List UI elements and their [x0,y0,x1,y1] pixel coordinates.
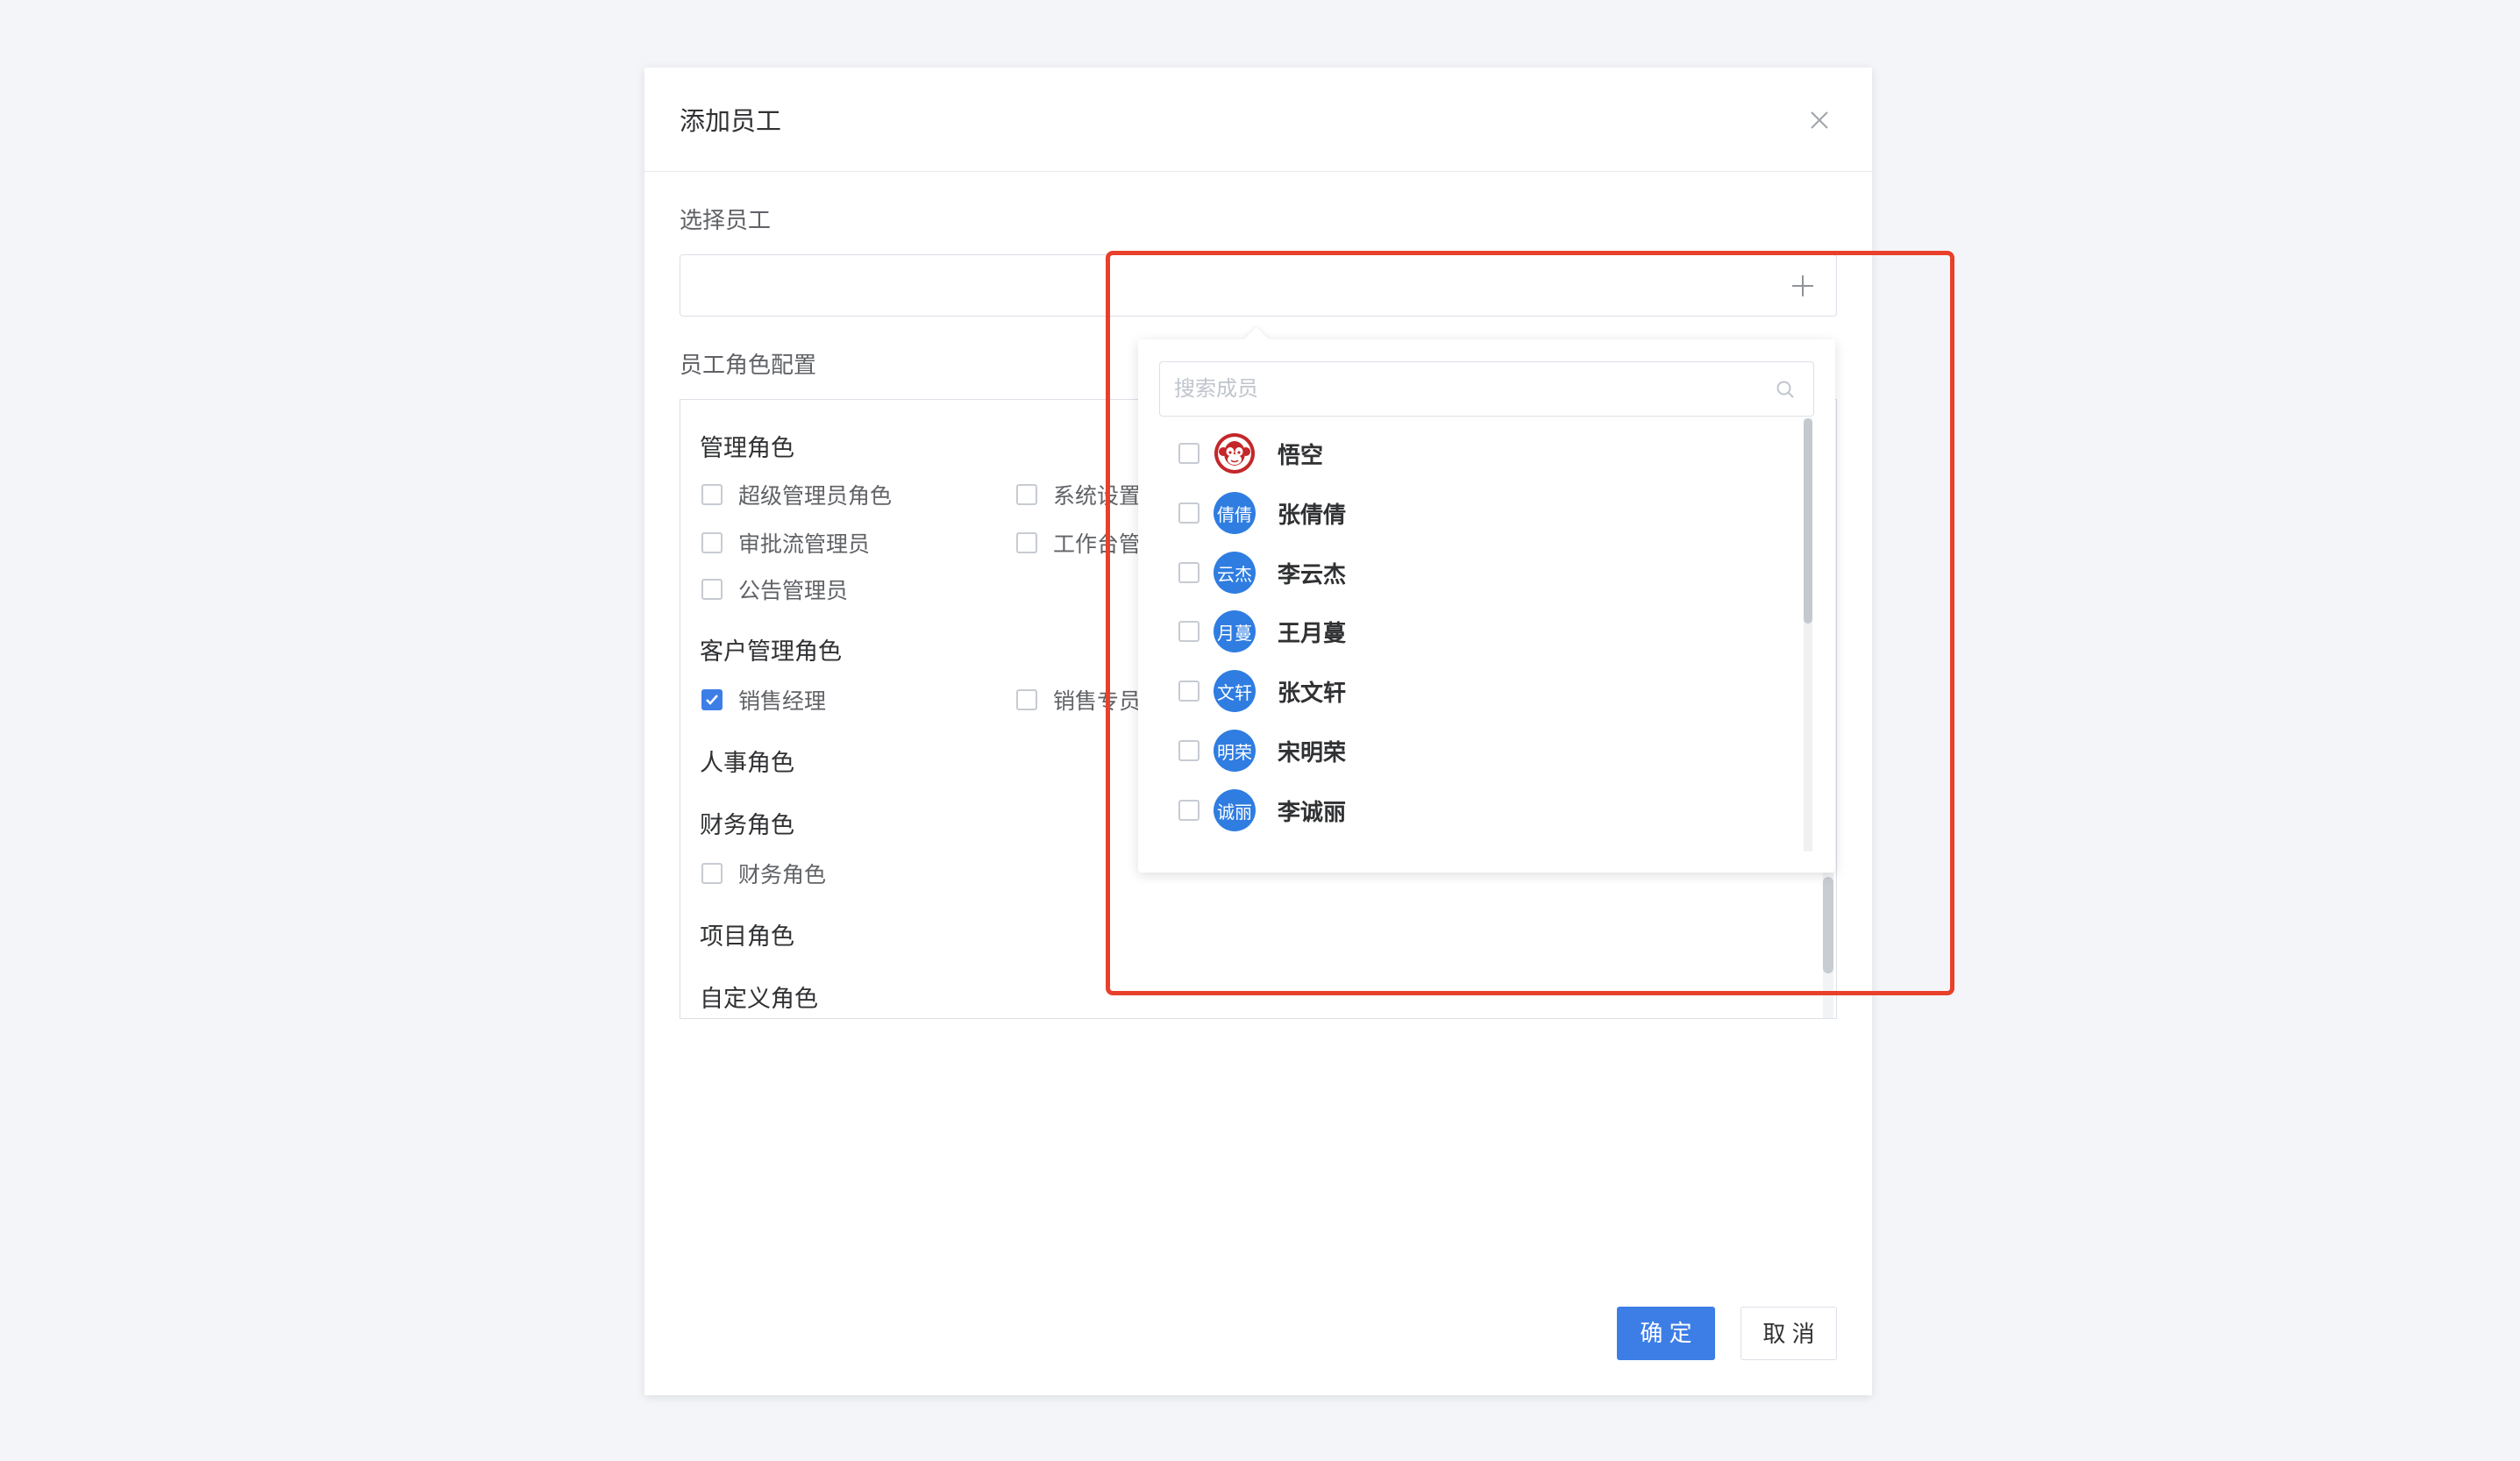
role-option[interactable]: 超级管理员角色 [701,479,892,510]
member-item[interactable]: 明荣 宋明荣 [1178,728,1346,773]
checkbox[interactable] [1178,502,1199,524]
member-search-box[interactable] [1159,361,1814,417]
checkbox[interactable] [1178,562,1199,583]
member-item[interactable]: 倩倩 张倩倩 [1178,490,1346,536]
checkbox[interactable] [1016,532,1037,553]
role-config-label: 员工角色配置 [680,352,817,378]
role-option[interactable]: 公告管理员 [701,574,848,605]
member-search-input[interactable] [1174,362,1753,416]
checkbox[interactable] [1178,740,1199,761]
role-option-label: 超级管理员角色 [738,484,893,509]
member-item[interactable]: 悟空 [1178,431,1323,476]
checkbox[interactable] [1178,681,1199,702]
role-option[interactable]: 审批流管理员 [701,527,870,559]
checkbox[interactable] [701,689,723,710]
role-option-label: 财务角色 [738,863,827,887]
role-option-label: 公告管理员 [738,579,849,603]
checkbox[interactable] [1178,800,1199,821]
monkey-logo-icon [1214,432,1256,474]
member-item[interactable]: 月蔓 王月蔓 [1178,609,1346,654]
member-name: 李诚丽 [1278,798,1347,825]
role-group-title: 客户管理角色 [700,638,842,665]
member-name: 张文轩 [1278,679,1347,706]
dialog-title: 添加员工 [680,108,782,136]
member-name: 王月蔓 [1278,619,1347,646]
avatar: 文轩 [1214,670,1256,712]
avatar: 倩倩 [1214,492,1256,534]
role-group-title: 项目角色 [700,923,794,950]
select-employee-input[interactable] [680,254,1837,317]
member-item[interactable]: 文轩 张文轩 [1178,668,1346,714]
role-option-label: 销售经理 [738,689,827,714]
avatar: 月蔓 [1214,610,1256,652]
member-list-scroll-thumb[interactable] [1804,418,1812,624]
role-option-label: 审批流管理员 [738,532,871,557]
checkbox[interactable] [1016,484,1037,505]
avatar: 明荣 [1214,730,1256,772]
role-option[interactable]: 销售专员 [1016,684,1141,716]
member-item[interactable]: 云杰 李云杰 [1178,550,1346,595]
checkbox[interactable] [1178,443,1199,464]
search-icon[interactable] [1776,380,1795,399]
member-name: 张倩倩 [1278,501,1347,528]
role-group-title: 管理角色 [700,435,794,461]
member-picker-dropdown: 悟空 倩倩 张倩倩 云杰 李云杰 月蔓 王月蔓 文轩 张文轩 明荣 宋明荣 诚丽… [1138,326,1835,873]
select-employee-label: 选择员工 [680,207,772,233]
role-option-label: 系统设置 [1053,484,1142,509]
checkbox[interactable] [1178,621,1199,642]
role-option[interactable]: 财务角色 [701,858,826,889]
checkbox[interactable] [1016,689,1037,710]
role-option-label: 工作台管 [1053,532,1142,557]
member-name: 李云杰 [1278,560,1347,588]
member-item[interactable]: 诚丽 李诚丽 [1178,788,1346,833]
role-option-label: 销售专员 [1053,689,1142,714]
role-group-title: 自定义角色 [700,986,818,1012]
plus-icon[interactable] [1790,274,1815,298]
confirm-button[interactable]: 确 定 [1617,1307,1715,1360]
role-option[interactable]: 工作台管 [1016,527,1141,559]
dialog-header: 添加员工 [644,68,1872,172]
close-icon[interactable] [1807,108,1832,132]
checkbox[interactable] [701,532,723,553]
avatar: 云杰 [1214,552,1256,594]
checkbox[interactable] [701,484,723,505]
checkbox[interactable] [701,579,723,600]
role-option[interactable]: 销售经理 [701,684,826,716]
member-name: 悟空 [1278,441,1324,468]
avatar: 诚丽 [1214,789,1256,831]
role-group-title: 财务角色 [700,812,794,838]
role-option[interactable]: 系统设置 [1016,479,1141,510]
cancel-button[interactable]: 取 消 [1741,1307,1837,1360]
role-group-title: 人事角色 [700,750,794,776]
role-panel-scroll-thumb[interactable] [1823,877,1833,973]
member-name: 宋明荣 [1278,738,1347,766]
checkbox[interactable] [701,863,723,884]
